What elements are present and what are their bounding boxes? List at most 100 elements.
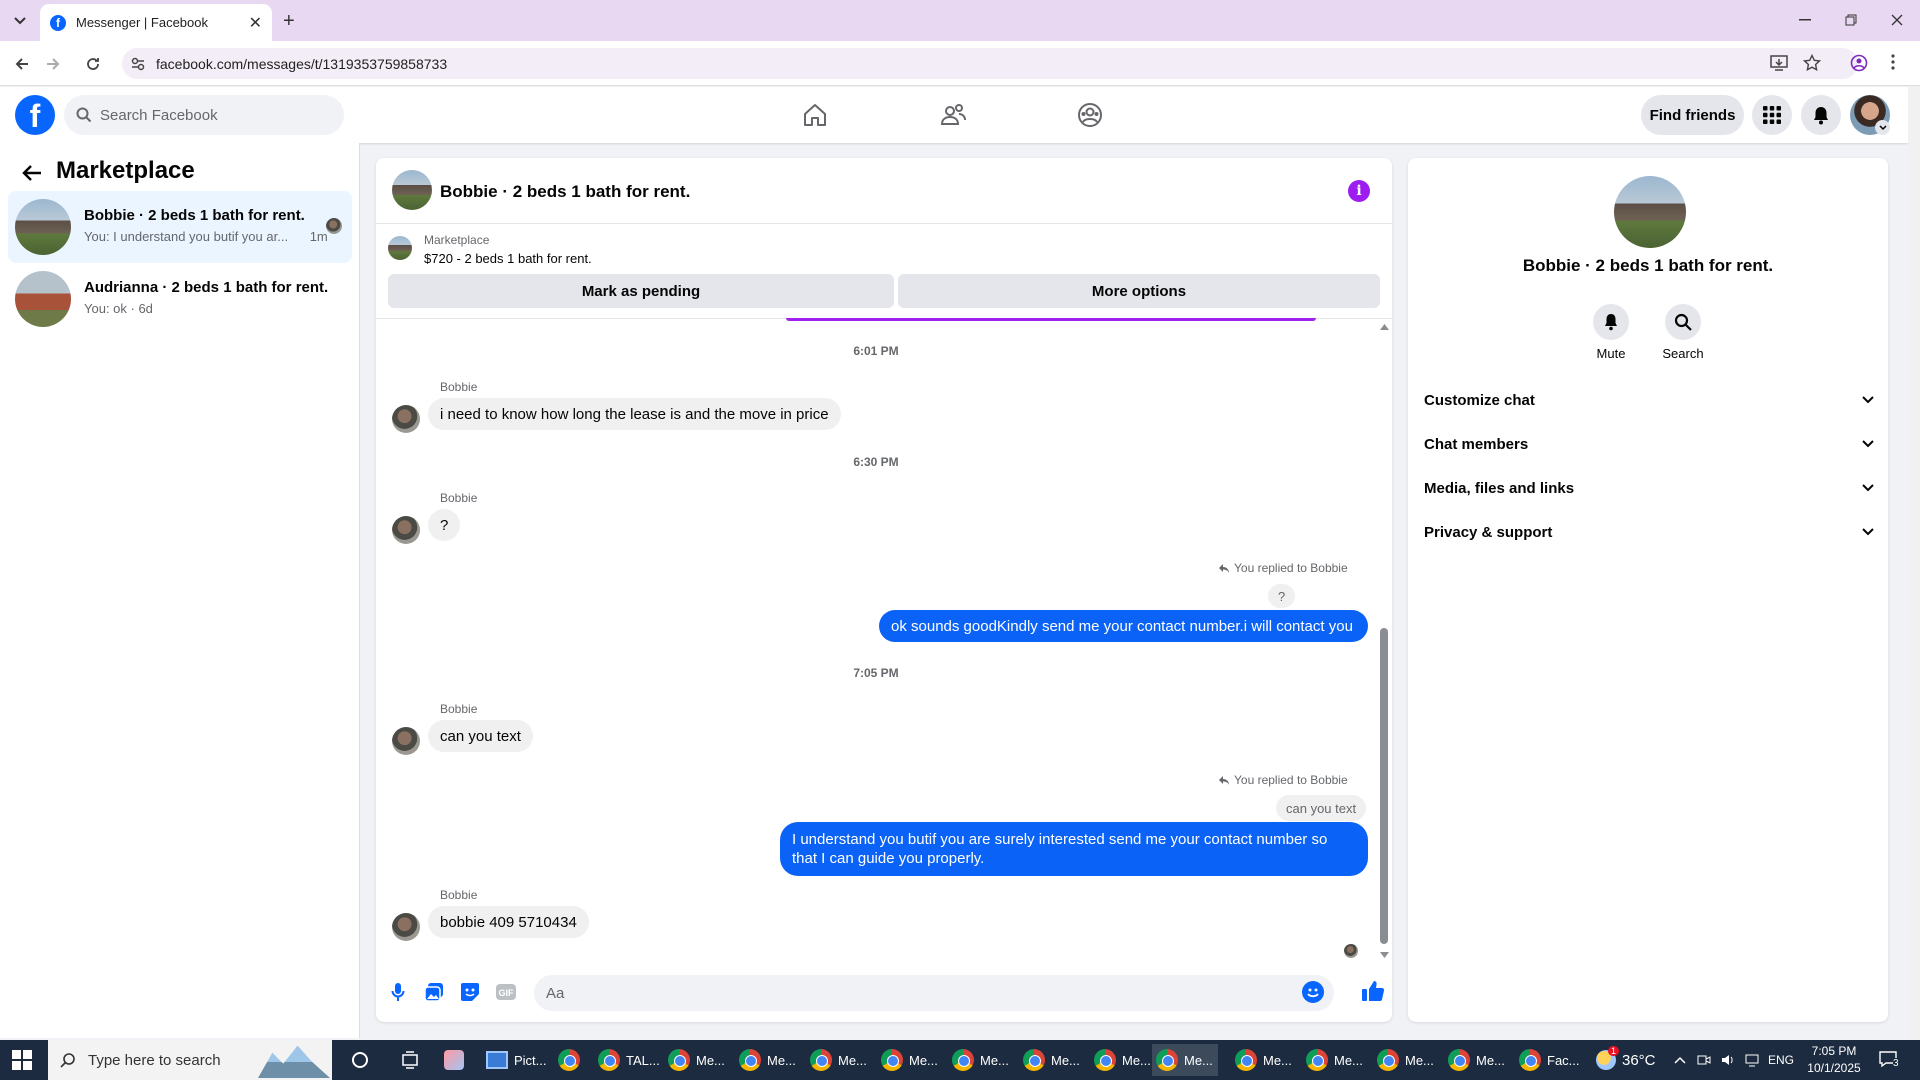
sender-avatar[interactable] bbox=[392, 913, 420, 941]
cortana-icon[interactable] bbox=[352, 1052, 368, 1068]
home-nav-icon[interactable] bbox=[795, 96, 835, 134]
listing-thumbnail[interactable] bbox=[388, 236, 412, 260]
previous-message-edge bbox=[786, 318, 1316, 321]
sender-name: Bobbie bbox=[440, 702, 478, 716]
scrollbar-thumb[interactable] bbox=[1380, 628, 1388, 944]
taskbar-app-chrome-window[interactable]: Fac... bbox=[1515, 1044, 1584, 1076]
incoming-message[interactable]: can you text bbox=[428, 720, 533, 752]
taskbar-app-chrome-window[interactable]: Me... bbox=[877, 1044, 942, 1076]
weather-widget[interactable]: 1 36°C bbox=[1596, 1040, 1656, 1080]
incoming-message[interactable]: bobbie 409 5710434 bbox=[428, 906, 589, 938]
quoted-message[interactable]: can you text bbox=[1276, 795, 1367, 821]
customize-chat-row[interactable]: Customize chat bbox=[1424, 382, 1874, 418]
back-icon[interactable] bbox=[9, 51, 35, 77]
friends-nav-icon[interactable] bbox=[933, 96, 973, 134]
read-receipt-avatar bbox=[1344, 944, 1358, 958]
volume-icon bbox=[1722, 1055, 1733, 1065]
search-action[interactable]: Search bbox=[1653, 304, 1713, 361]
mark-as-pending-button[interactable]: Mark as pending bbox=[388, 274, 894, 308]
message-input[interactable]: Aa bbox=[534, 975, 1334, 1011]
outgoing-message[interactable]: I understand you butif you are surely in… bbox=[780, 822, 1368, 876]
chat-header-avatar[interactable] bbox=[392, 170, 432, 210]
close-window-button[interactable] bbox=[1874, 8, 1920, 32]
task-view-icon[interactable] bbox=[400, 1050, 420, 1070]
taskbar-app-chrome-window[interactable]: Me... bbox=[1152, 1044, 1218, 1076]
quoted-message[interactable]: ? bbox=[1268, 584, 1296, 608]
message-input-placeholder: Aa bbox=[546, 984, 565, 1002]
chat-members-row[interactable]: Chat members bbox=[1424, 426, 1874, 462]
privacy-support-row[interactable]: Privacy & support bbox=[1424, 514, 1874, 550]
browser-tab[interactable]: f Messenger | Facebook ✕ bbox=[40, 4, 272, 41]
install-app-icon[interactable] bbox=[1770, 54, 1788, 72]
groups-nav-icon[interactable] bbox=[1070, 96, 1110, 134]
new-tab-button[interactable]: + bbox=[283, 10, 295, 33]
find-friends-button[interactable]: Find friends bbox=[1641, 95, 1744, 135]
profile-icon[interactable] bbox=[1850, 54, 1868, 72]
menu-grid-button[interactable] bbox=[1752, 95, 1792, 135]
taskbar-app-chrome-window[interactable]: Me... bbox=[948, 1044, 1013, 1076]
url-field[interactable]: facebook.com/messages/t/1319353759858733 bbox=[122, 48, 1858, 79]
scroll-down-icon[interactable] bbox=[1380, 952, 1389, 958]
emoji-icon[interactable] bbox=[1302, 981, 1324, 1003]
conversation-time: 1m bbox=[309, 229, 328, 244]
minimize-button[interactable] bbox=[1782, 8, 1828, 32]
sender-avatar[interactable] bbox=[392, 727, 420, 755]
sticker-icon[interactable] bbox=[458, 980, 482, 1004]
thumbs-up-icon[interactable] bbox=[1360, 978, 1388, 1006]
sender-avatar[interactable] bbox=[392, 405, 420, 433]
chevron-down-icon bbox=[1862, 528, 1874, 536]
mute-action[interactable]: Mute bbox=[1581, 304, 1641, 361]
incoming-message[interactable]: i need to know how long the lease is and… bbox=[428, 398, 841, 430]
site-info-icon[interactable] bbox=[130, 56, 146, 72]
reload-icon[interactable] bbox=[80, 51, 106, 77]
microphone-icon[interactable] bbox=[386, 980, 410, 1004]
taskbar-app-chrome-window[interactable]: Me... bbox=[735, 1044, 800, 1076]
tab-close-icon[interactable]: ✕ bbox=[249, 13, 262, 33]
taskbar-app-icon[interactable] bbox=[444, 1050, 464, 1070]
page-scrollbar[interactable] bbox=[1908, 87, 1920, 1040]
chat-title[interactable]: Bobbie · 2 beds 1 bath for rent. bbox=[440, 182, 690, 202]
taskbar-app-chrome-window[interactable]: Me... bbox=[1019, 1044, 1084, 1076]
taskbar-app-chrome-window[interactable]: TAL... bbox=[594, 1044, 664, 1076]
sender-avatar[interactable] bbox=[392, 516, 420, 544]
taskbar-app-photos[interactable]: Pict... bbox=[482, 1044, 551, 1076]
facebook-search-input[interactable]: Search Facebook bbox=[64, 95, 344, 135]
browser-menu-icon[interactable] bbox=[1890, 53, 1896, 71]
media-files-links-row[interactable]: Media, files and links bbox=[1424, 470, 1874, 506]
photo-icon[interactable] bbox=[422, 980, 446, 1004]
conversation-item[interactable]: Bobbie · 2 beds 1 bath for rent. You: I … bbox=[8, 191, 352, 263]
more-options-button[interactable]: More options bbox=[898, 274, 1380, 308]
chat-info-avatar[interactable] bbox=[1614, 176, 1686, 248]
input-language[interactable]: ENG bbox=[1768, 1040, 1794, 1080]
account-chevron-icon[interactable] bbox=[1875, 120, 1890, 135]
meet-now-icon bbox=[1697, 1055, 1711, 1065]
taskbar-app-chrome-window[interactable]: Me... bbox=[664, 1044, 729, 1076]
tray-chevron-icon[interactable] bbox=[1674, 1040, 1686, 1080]
clock[interactable]: 7:05 PM 10/1/2025 bbox=[1804, 1043, 1864, 1077]
seen-avatar bbox=[326, 218, 342, 234]
forward-icon[interactable] bbox=[40, 51, 66, 77]
back-arrow-icon[interactable] bbox=[18, 159, 46, 187]
chrome-icon bbox=[881, 1049, 903, 1071]
taskbar-app-chrome[interactable] bbox=[554, 1044, 584, 1076]
taskbar-app-chrome-window[interactable]: Me... bbox=[1231, 1044, 1296, 1076]
taskbar-app-chrome-window[interactable]: Me... bbox=[806, 1044, 871, 1076]
listing-price-title[interactable]: $720 - 2 beds 1 bath for rent. bbox=[424, 251, 592, 266]
outgoing-message[interactable]: ok sounds goodKindly send me your contac… bbox=[879, 610, 1368, 642]
windows-start-icon[interactable] bbox=[12, 1050, 32, 1070]
bookmark-star-icon[interactable] bbox=[1803, 54, 1821, 72]
info-icon[interactable]: i bbox=[1348, 180, 1370, 202]
notifications-button[interactable] bbox=[1801, 95, 1841, 135]
scroll-up-icon[interactable] bbox=[1380, 324, 1389, 330]
taskbar-app-chrome-window[interactable]: Me... bbox=[1090, 1044, 1155, 1076]
tray-icons[interactable] bbox=[1697, 1040, 1761, 1080]
restore-button[interactable] bbox=[1828, 8, 1874, 32]
taskbar-app-chrome-window[interactable]: Me... bbox=[1373, 1044, 1438, 1076]
search-placeholder: Search Facebook bbox=[100, 106, 218, 124]
taskbar-app-chrome-window[interactable]: Me... bbox=[1444, 1044, 1509, 1076]
tab-search-dropdown[interactable] bbox=[10, 11, 30, 31]
gif-icon[interactable]: GIF bbox=[494, 980, 518, 1004]
conversation-item[interactable]: Audrianna · 2 beds 1 bath for rent. You:… bbox=[8, 263, 352, 335]
facebook-logo-icon[interactable]: f bbox=[15, 95, 55, 135]
taskbar-app-chrome-window[interactable]: Me... bbox=[1302, 1044, 1367, 1076]
